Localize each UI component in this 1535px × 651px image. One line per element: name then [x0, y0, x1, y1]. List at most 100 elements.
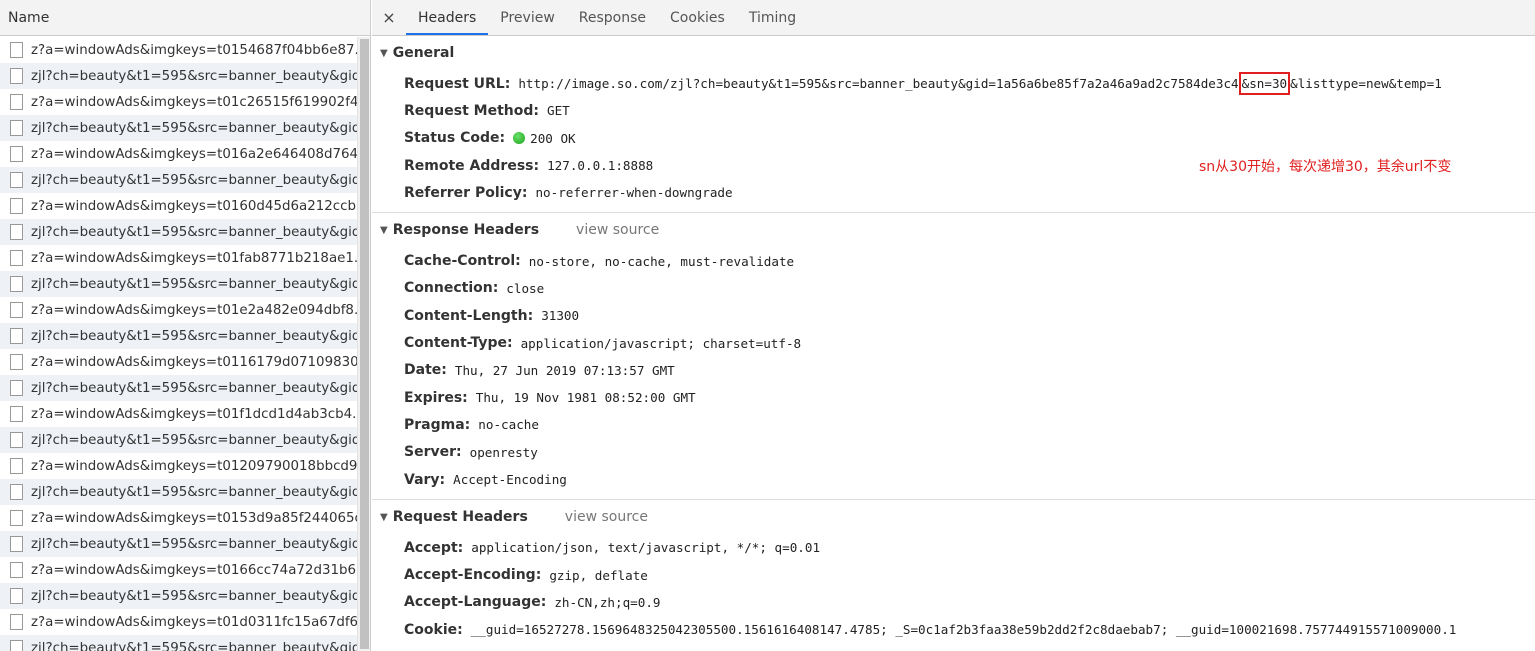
request-name: zjl?ch=beauty&t1=595&src=banner_beauty&g… — [31, 276, 357, 292]
request-details-panel: × Headers Preview Response Cookies Timin… — [372, 0, 1535, 651]
request-name: z?a=windowAds&imgkeys=t0154687f04bb6e87.… — [31, 42, 357, 58]
response-headers-header[interactable]: ▼ Response Headers view source — [372, 213, 1535, 247]
header-row: Vary: Accept-Encoding — [372, 466, 1535, 493]
general-section: ▼ General Request URL: http://image.so.c… — [372, 36, 1535, 214]
status-code-row: Status Code: 200 OK — [372, 125, 1535, 152]
request-row[interactable]: z?a=windowAds&imgkeys=t0154687f04bb6e87.… — [0, 37, 357, 63]
header-name: Accept: — [404, 539, 464, 556]
request-name: zjl?ch=beauty&t1=595&src=banner_beauty&g… — [31, 172, 357, 188]
request-row[interactable]: zjl?ch=beauty&t1=595&src=banner_beauty&g… — [0, 271, 357, 297]
header-row: Content-Type: application/javascript; cha… — [372, 329, 1535, 356]
request-url-prefix: http://image.so.com/zjl?ch=beauty&t1=595… — [518, 76, 1239, 92]
header-value: Thu, 19 Nov 1981 08:52:00 GMT — [475, 390, 696, 406]
header-row: Expires: Thu, 19 Nov 1981 08:52:00 GMT — [372, 384, 1535, 411]
general-section-header[interactable]: ▼ General — [372, 36, 1535, 70]
request-row[interactable]: z?a=windowAds&imgkeys=t0153d9a85f244065c — [0, 505, 357, 531]
referrer-policy-value: no-referrer-when-downgrade — [535, 185, 733, 201]
tab-cookies[interactable]: Cookies — [658, 0, 737, 35]
file-icon — [10, 328, 23, 344]
request-name: zjl?ch=beauty&t1=595&src=banner_beauty&g… — [31, 68, 357, 84]
close-icon[interactable]: × — [372, 0, 406, 35]
request-row[interactable]: z?a=windowAds&imgkeys=t01209790018bbcd9.… — [0, 453, 357, 479]
file-icon — [10, 484, 23, 500]
request-row[interactable]: z?a=windowAds&imgkeys=t0116179d07109830.… — [0, 349, 357, 375]
request-name: z?a=windowAds&imgkeys=t01d0311fc15a67df6… — [31, 614, 357, 630]
request-row[interactable]: zjl?ch=beauty&t1=595&src=banner_beauty&g… — [0, 375, 357, 401]
triangle-down-icon: ▼ — [380, 511, 388, 523]
header-value: zh-CN,zh;q=0.9 — [554, 594, 661, 610]
request-row[interactable]: zjl?ch=beauty&t1=595&src=banner_beauty&g… — [0, 115, 357, 141]
request-url-label: Request URL: — [404, 75, 511, 92]
header-row: Cookie: __guid=16527278.15696483250423055… — [372, 616, 1535, 643]
tab-preview[interactable]: Preview — [488, 0, 567, 35]
file-icon — [10, 536, 23, 552]
request-list-panel: Name z?a=windowAds&imgkeys=t0154687f04bb… — [0, 0, 371, 651]
tab-response[interactable]: Response — [567, 0, 658, 35]
request-method-row: Request Method: GET — [372, 97, 1535, 124]
remote-address-value: 127.0.0.1:8888 — [547, 158, 654, 174]
header-value: openresty — [469, 444, 538, 460]
request-row[interactable]: zjl?ch=beauty&t1=595&src=banner_beauty&g… — [0, 219, 357, 245]
name-column-header[interactable]: Name — [0, 0, 370, 36]
request-row[interactable]: zjl?ch=beauty&t1=595&src=banner_beauty&g… — [0, 531, 357, 557]
request-row[interactable]: zjl?ch=beauty&t1=595&src=banner_beauty&g… — [0, 635, 357, 651]
file-icon — [10, 42, 23, 58]
request-row[interactable]: z?a=windowAds&imgkeys=t01c26515f619902f4… — [0, 89, 357, 115]
request-row[interactable]: zjl?ch=beauty&t1=595&src=banner_beauty&g… — [0, 323, 357, 349]
header-name: Pragma: — [404, 416, 471, 433]
request-row[interactable]: zjl?ch=beauty&t1=595&src=banner_beauty&g… — [0, 167, 357, 193]
file-icon — [10, 640, 23, 651]
file-icon — [10, 406, 23, 422]
status-code-value: 200 OK — [530, 130, 576, 146]
request-row[interactable]: z?a=windowAds&imgkeys=t01f1dcd1d4ab3cb4.… — [0, 401, 357, 427]
request-name: z?a=windowAds&imgkeys=t01c26515f619902f4… — [31, 94, 357, 110]
request-headers-list: Accept: application/json, text/javascript… — [372, 534, 1535, 643]
sn-param-highlight: &sn=30 — [1238, 72, 1291, 96]
request-row[interactable]: z?a=windowAds&imgkeys=t01d0311fc15a67df6… — [0, 609, 357, 635]
annotation-note: sn从30开始，每次递增30，其余url不变 — [1199, 159, 1452, 175]
header-value: no-store, no-cache, must-revalidate — [528, 253, 795, 269]
request-view-source-link[interactable]: view source — [565, 509, 648, 525]
file-icon — [10, 172, 23, 188]
request-url-suffix: &listtype=new&temp=1 — [1290, 76, 1442, 92]
tab-headers[interactable]: Headers — [406, 0, 489, 35]
tab-timing[interactable]: Timing — [737, 0, 808, 35]
request-name: zjl?ch=beauty&t1=595&src=banner_beauty&g… — [31, 224, 357, 240]
header-value: __guid=16527278.1569648325042305500.1561… — [470, 622, 1457, 638]
header-row: Server: openresty — [372, 439, 1535, 466]
request-list-scrollbar[interactable] — [357, 37, 370, 651]
request-headers-header[interactable]: ▼ Request Headers view source — [372, 500, 1535, 534]
header-name: Expires: — [404, 389, 468, 406]
header-row: Accept: application/json, text/javascript… — [372, 534, 1535, 561]
request-row[interactable]: zjl?ch=beauty&t1=595&src=banner_beauty&g… — [0, 63, 357, 89]
request-row[interactable]: z?a=windowAds&imgkeys=t016a2e646408d764.… — [0, 141, 357, 167]
general-title: General — [392, 45, 455, 61]
response-view-source-link[interactable]: view source — [576, 222, 659, 238]
remote-address-label: Remote Address: — [404, 157, 540, 174]
file-icon — [10, 224, 23, 240]
response-headers-section: ▼ Response Headers view source Cache-Con… — [372, 213, 1535, 501]
file-icon — [10, 250, 23, 266]
request-row[interactable]: zjl?ch=beauty&t1=595&src=banner_beauty&g… — [0, 427, 357, 453]
scrollbar-thumb[interactable] — [360, 39, 369, 649]
header-value: Accept-Encoding — [453, 472, 567, 487]
request-row[interactable]: zjl?ch=beauty&t1=595&src=banner_beauty&g… — [0, 479, 357, 505]
request-row[interactable]: zjl?ch=beauty&t1=595&src=banner_beauty&g… — [0, 583, 357, 609]
request-name: zjl?ch=beauty&t1=595&src=banner_beauty&g… — [31, 328, 357, 344]
request-row[interactable]: z?a=windowAds&imgkeys=t01e2a482e094dbf8.… — [0, 297, 357, 323]
header-name: Accept-Language: — [404, 594, 547, 611]
file-icon — [10, 562, 23, 578]
request-name: z?a=windowAds&imgkeys=t0153d9a85f244065c — [31, 510, 357, 526]
file-icon — [10, 146, 23, 162]
header-value: application/javascript; charset=utf-8 — [520, 335, 802, 351]
request-row[interactable]: z?a=windowAds&imgkeys=t0166cc74a72d31b6.… — [0, 557, 357, 583]
referrer-policy-label: Referrer Policy: — [404, 184, 528, 201]
header-value: close — [506, 280, 545, 296]
file-icon — [10, 120, 23, 136]
request-url-value: http://image.so.com/zjl?ch=beauty&t1=595… — [518, 72, 1442, 96]
request-name: z?a=windowAds&imgkeys=t0166cc74a72d31b6.… — [31, 562, 357, 578]
request-row[interactable]: z?a=windowAds&imgkeys=t01fab8771b218ae1.… — [0, 245, 357, 271]
header-name: Cache-Control: — [404, 253, 521, 270]
header-value: gzip, deflate — [549, 567, 648, 583]
request-row[interactable]: z?a=windowAds&imgkeys=t0160d45d6a212ccb.… — [0, 193, 357, 219]
